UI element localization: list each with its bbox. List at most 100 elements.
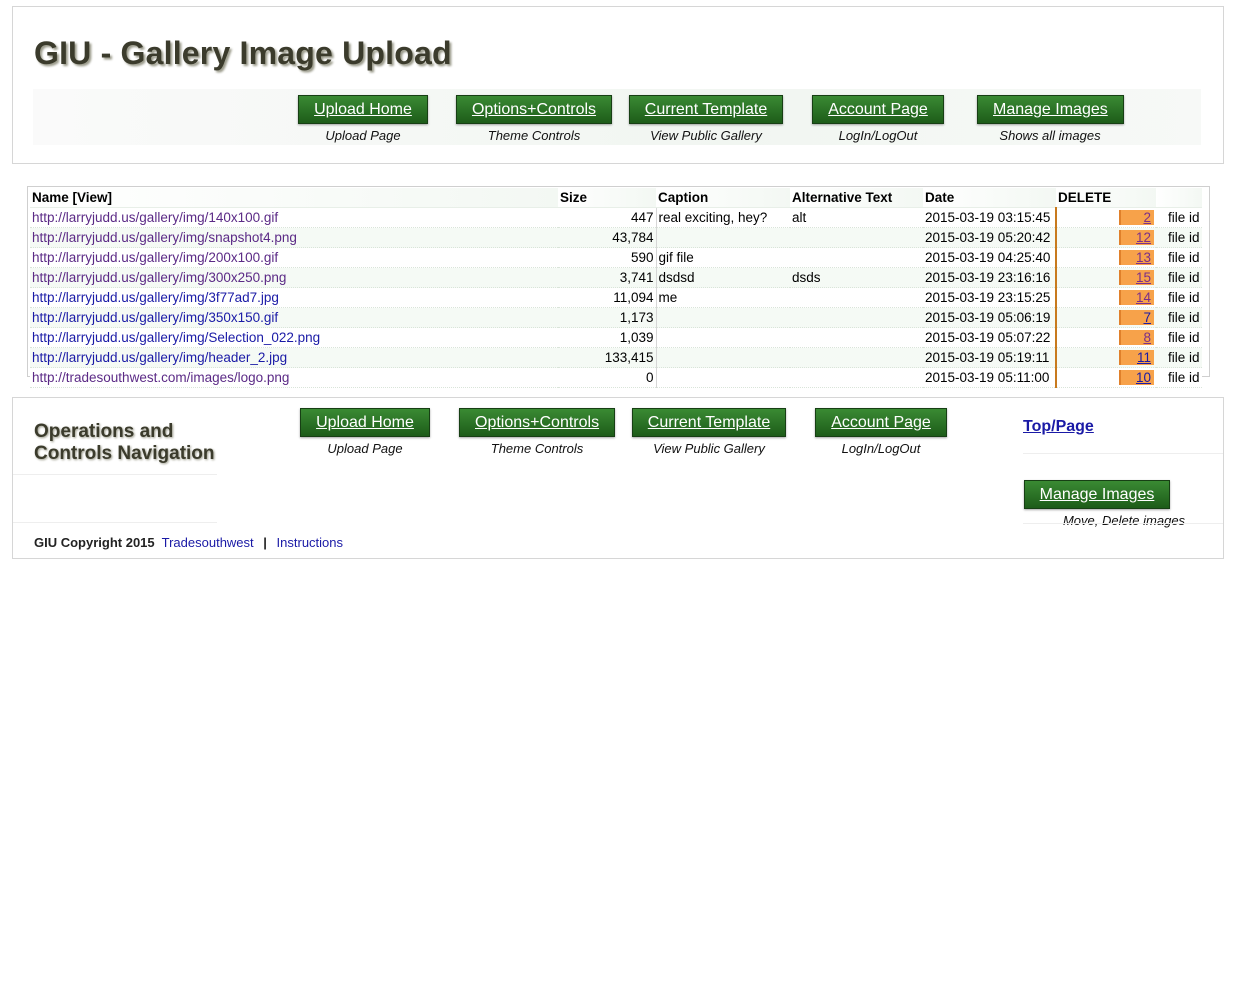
cell-fileid: file id bbox=[1156, 347, 1202, 368]
delete-link[interactable]: 11 bbox=[1119, 350, 1154, 365]
cell-name: http://larryjudd.us/gallery/img/140x100.… bbox=[30, 207, 558, 228]
cell-caption: real exciting, hey? bbox=[656, 207, 790, 228]
cell-size: 0 bbox=[558, 367, 657, 388]
delete-link[interactable]: 2 bbox=[1119, 210, 1154, 225]
image-url-link[interactable]: http://larryjudd.us/gallery/img/140x100.… bbox=[32, 210, 278, 225]
header-alt-text: Alternative Text bbox=[790, 188, 923, 208]
delete-link[interactable]: 12 bbox=[1119, 230, 1154, 245]
cell-alt-text bbox=[790, 367, 923, 388]
cell-fileid: file id bbox=[1156, 247, 1202, 268]
header-name: Name [View] bbox=[30, 188, 558, 208]
instructions-link[interactable]: Instructions bbox=[277, 535, 343, 550]
footer-current-template-button[interactable]: Current Template bbox=[631, 408, 787, 437]
cell-delete: 7 bbox=[1056, 307, 1156, 328]
separator: | bbox=[263, 535, 267, 550]
cell-size: 447 bbox=[558, 207, 657, 228]
table-row: http://larryjudd.us/gallery/img/140x100.… bbox=[30, 207, 1202, 228]
cell-fileid: file id bbox=[1156, 227, 1202, 248]
cell-alt-text bbox=[790, 307, 923, 328]
table-row: http://larryjudd.us/gallery/img/350x150.… bbox=[30, 307, 1202, 328]
delete-link[interactable]: 10 bbox=[1119, 370, 1154, 385]
cell-size: 1,039 bbox=[558, 327, 657, 348]
nav-upload-home: Upload Home Upload Page bbox=[295, 95, 431, 143]
cell-size: 590 bbox=[558, 247, 657, 268]
cell-delete: 13 bbox=[1056, 247, 1156, 268]
footer-manage-images-button[interactable]: Manage Images bbox=[1023, 480, 1171, 509]
cell-name: http://larryjudd.us/gallery/img/Selectio… bbox=[30, 327, 558, 348]
cell-alt-text bbox=[790, 287, 923, 308]
image-url-link[interactable]: http://larryjudd.us/gallery/img/header_2… bbox=[32, 350, 287, 365]
cell-fileid: file id bbox=[1156, 207, 1202, 228]
table-row: http://tradesouthwest.com/images/logo.pn… bbox=[30, 367, 1202, 388]
footer-nav-manage-images: Manage Images Move, Delete images bbox=[1023, 480, 1225, 528]
table-row: http://larryjudd.us/gallery/img/200x100.… bbox=[30, 247, 1202, 268]
operations-heading-line1: Operations and bbox=[34, 421, 174, 442]
divider bbox=[13, 474, 217, 475]
cell-alt-text bbox=[790, 327, 923, 348]
footer-upload-home-button[interactable]: Upload Home bbox=[300, 408, 430, 437]
images-table: Name [View] Size Caption Alternative Tex… bbox=[30, 188, 1202, 388]
cell-date: 2015-03-19 05:11:00 bbox=[923, 367, 1057, 388]
header-fileid bbox=[1156, 188, 1202, 208]
options-controls-button[interactable]: Options+Controls bbox=[455, 95, 613, 124]
manage-images-caption: Shows all images bbox=[999, 128, 1101, 143]
delete-link[interactable]: 14 bbox=[1119, 290, 1154, 305]
footer-manage-images-caption: Move, Delete images bbox=[1062, 513, 1186, 528]
cell-fileid: file id bbox=[1156, 307, 1202, 328]
table-row: http://larryjudd.us/gallery/img/snapshot… bbox=[30, 227, 1202, 248]
tradesouthwest-link[interactable]: Tradesouthwest bbox=[162, 535, 254, 550]
divider bbox=[1023, 523, 1223, 524]
footer-panel: Operations and Controls Navigation Uploa… bbox=[12, 397, 1224, 559]
cell-alt-text: alt bbox=[790, 207, 923, 228]
image-url-link[interactable]: http://larryjudd.us/gallery/img/300x250.… bbox=[32, 270, 286, 285]
image-url-link[interactable]: http://tradesouthwest.com/images/logo.pn… bbox=[32, 370, 289, 385]
cell-name: http://larryjudd.us/gallery/img/3f77ad7.… bbox=[30, 287, 558, 308]
cell-size: 3,741 bbox=[558, 267, 657, 288]
cell-fileid: file id bbox=[1156, 367, 1202, 388]
footer-nav-upload-home: Upload Home Upload Page bbox=[300, 408, 430, 456]
images-table-panel: Name [View] Size Caption Alternative Tex… bbox=[27, 186, 1210, 388]
image-url-link[interactable]: http://larryjudd.us/gallery/img/3f77ad7.… bbox=[32, 290, 279, 305]
cell-caption bbox=[656, 367, 790, 388]
cell-delete: 14 bbox=[1056, 287, 1156, 308]
image-url-link[interactable]: http://larryjudd.us/gallery/img/snapshot… bbox=[32, 230, 297, 245]
footer-options-controls-caption: Theme Controls bbox=[490, 441, 584, 456]
nav-account-page: Account Page LogIn/LogOut bbox=[810, 95, 946, 143]
cell-name: http://larryjudd.us/gallery/img/200x100.… bbox=[30, 247, 558, 268]
cell-name: http://larryjudd.us/gallery/img/header_2… bbox=[30, 347, 558, 368]
cell-name: http://larryjudd.us/gallery/img/snapshot… bbox=[30, 227, 558, 248]
table-row: http://larryjudd.us/gallery/img/Selectio… bbox=[30, 327, 1202, 348]
delete-link[interactable]: 8 bbox=[1119, 330, 1154, 345]
table-row: http://larryjudd.us/gallery/img/3f77ad7.… bbox=[30, 287, 1202, 308]
cell-date: 2015-03-19 03:15:45 bbox=[923, 207, 1057, 228]
footer-account-page-button[interactable]: Account Page bbox=[815, 408, 947, 437]
image-url-link[interactable]: http://larryjudd.us/gallery/img/Selectio… bbox=[32, 330, 320, 345]
delete-link[interactable]: 15 bbox=[1119, 270, 1154, 285]
copyright-line: GIU Copyright 2015 Tradesouthwest | Inst… bbox=[34, 535, 343, 550]
upload-home-button[interactable]: Upload Home bbox=[298, 95, 428, 124]
footer-upload-home-caption: Upload Page bbox=[327, 441, 403, 456]
current-template-button[interactable]: Current Template bbox=[628, 95, 784, 124]
footer-options-controls-button[interactable]: Options+Controls bbox=[459, 408, 616, 437]
cell-delete: 8 bbox=[1056, 327, 1156, 348]
delete-link[interactable]: 7 bbox=[1119, 310, 1154, 325]
cell-size: 1,173 bbox=[558, 307, 657, 328]
image-url-link[interactable]: http://larryjudd.us/gallery/img/350x150.… bbox=[32, 310, 278, 325]
account-page-button[interactable]: Account Page bbox=[812, 95, 944, 124]
cell-delete: 12 bbox=[1056, 227, 1156, 248]
cell-date: 2015-03-19 05:07:22 bbox=[923, 327, 1057, 348]
nav-manage-images: Manage Images Shows all images bbox=[977, 95, 1124, 143]
delete-link[interactable]: 13 bbox=[1119, 250, 1154, 265]
cell-fileid: file id bbox=[1156, 287, 1202, 308]
table-header-row: Name [View] Size Caption Alternative Tex… bbox=[30, 188, 1202, 208]
cell-caption: me bbox=[656, 287, 790, 308]
cell-name: http://larryjudd.us/gallery/img/350x150.… bbox=[30, 307, 558, 328]
top-page-link[interactable]: Top/Page bbox=[1023, 418, 1094, 436]
nav-options-controls: Options+Controls Theme Controls bbox=[454, 95, 614, 143]
footer-nav-current-template: Current Template View Public Gallery bbox=[631, 408, 787, 456]
cell-size: 43,784 bbox=[558, 227, 657, 248]
manage-images-button[interactable]: Manage Images bbox=[977, 95, 1124, 124]
operations-heading-line2: Controls Navigation bbox=[34, 443, 215, 464]
options-controls-caption: Theme Controls bbox=[487, 128, 581, 143]
image-url-link[interactable]: http://larryjudd.us/gallery/img/200x100.… bbox=[32, 250, 278, 265]
